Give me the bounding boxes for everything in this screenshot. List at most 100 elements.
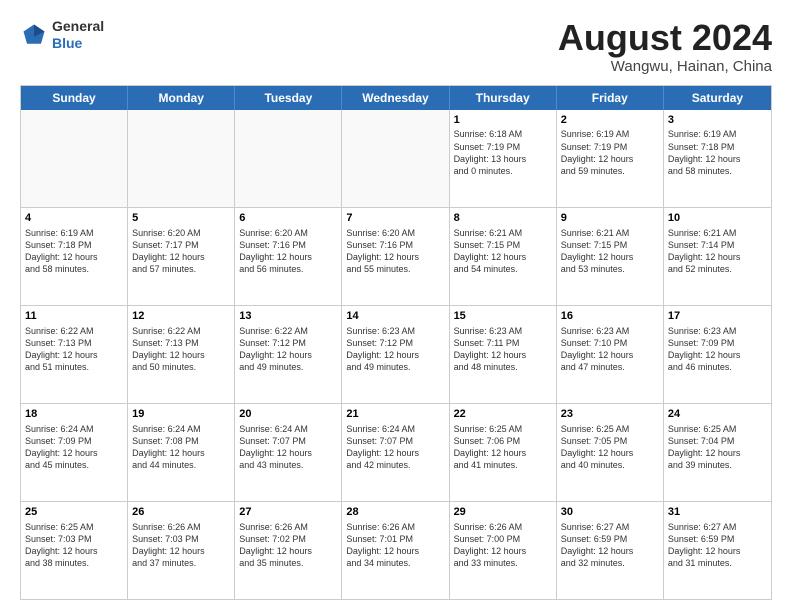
calendar-cell: 7Sunrise: 6:20 AM Sunset: 7:16 PM Daylig… — [342, 208, 449, 305]
cell-info: Sunrise: 6:23 AM Sunset: 7:12 PM Dayligh… — [346, 325, 444, 374]
calendar-cell — [21, 110, 128, 207]
calendar-row: 25Sunrise: 6:25 AM Sunset: 7:03 PM Dayli… — [21, 502, 771, 599]
cell-info: Sunrise: 6:25 AM Sunset: 7:04 PM Dayligh… — [668, 423, 767, 472]
calendar-cell: 17Sunrise: 6:23 AM Sunset: 7:09 PM Dayli… — [664, 306, 771, 403]
calendar-cell: 15Sunrise: 6:23 AM Sunset: 7:11 PM Dayli… — [450, 306, 557, 403]
calendar-cell: 2Sunrise: 6:19 AM Sunset: 7:19 PM Daylig… — [557, 110, 664, 207]
day-number: 6 — [239, 211, 337, 226]
calendar-cell: 28Sunrise: 6:26 AM Sunset: 7:01 PM Dayli… — [342, 502, 449, 599]
calendar-row: 4Sunrise: 6:19 AM Sunset: 7:18 PM Daylig… — [21, 208, 771, 306]
calendar-cell: 21Sunrise: 6:24 AM Sunset: 7:07 PM Dayli… — [342, 404, 449, 501]
weekday-header: Saturday — [664, 86, 771, 110]
calendar-cell: 10Sunrise: 6:21 AM Sunset: 7:14 PM Dayli… — [664, 208, 771, 305]
cell-info: Sunrise: 6:21 AM Sunset: 7:15 PM Dayligh… — [454, 227, 552, 276]
calendar-cell: 20Sunrise: 6:24 AM Sunset: 7:07 PM Dayli… — [235, 404, 342, 501]
day-number: 19 — [132, 407, 230, 422]
calendar-row: 1Sunrise: 6:18 AM Sunset: 7:19 PM Daylig… — [21, 110, 771, 208]
weekday-header: Sunday — [21, 86, 128, 110]
cell-info: Sunrise: 6:19 AM Sunset: 7:18 PM Dayligh… — [668, 128, 767, 177]
day-number: 2 — [561, 113, 659, 128]
title-block: August 2024 Wangwu, Hainan, China — [558, 18, 772, 75]
cell-info: Sunrise: 6:25 AM Sunset: 7:06 PM Dayligh… — [454, 423, 552, 472]
cell-info: Sunrise: 6:27 AM Sunset: 6:59 PM Dayligh… — [668, 521, 767, 570]
calendar-cell: 13Sunrise: 6:22 AM Sunset: 7:12 PM Dayli… — [235, 306, 342, 403]
cell-info: Sunrise: 6:23 AM Sunset: 7:11 PM Dayligh… — [454, 325, 552, 374]
day-number: 12 — [132, 309, 230, 324]
logo-general: General — [52, 18, 104, 34]
day-number: 13 — [239, 309, 337, 324]
calendar-cell: 23Sunrise: 6:25 AM Sunset: 7:05 PM Dayli… — [557, 404, 664, 501]
day-number: 17 — [668, 309, 767, 324]
cell-info: Sunrise: 6:24 AM Sunset: 7:07 PM Dayligh… — [239, 423, 337, 472]
page: General Blue August 2024 Wangwu, Hainan,… — [0, 0, 792, 612]
weekday-header: Monday — [128, 86, 235, 110]
day-number: 14 — [346, 309, 444, 324]
cell-info: Sunrise: 6:22 AM Sunset: 7:12 PM Dayligh… — [239, 325, 337, 374]
day-number: 8 — [454, 211, 552, 226]
calendar-cell — [342, 110, 449, 207]
day-number: 23 — [561, 407, 659, 422]
cell-info: Sunrise: 6:25 AM Sunset: 7:05 PM Dayligh… — [561, 423, 659, 472]
location: Wangwu, Hainan, China — [558, 58, 772, 75]
calendar-cell: 11Sunrise: 6:22 AM Sunset: 7:13 PM Dayli… — [21, 306, 128, 403]
cell-info: Sunrise: 6:23 AM Sunset: 7:10 PM Dayligh… — [561, 325, 659, 374]
day-number: 4 — [25, 211, 123, 226]
cell-info: Sunrise: 6:22 AM Sunset: 7:13 PM Dayligh… — [25, 325, 123, 374]
month-title: August 2024 — [558, 18, 772, 58]
calendar-header: SundayMondayTuesdayWednesdayThursdayFrid… — [21, 86, 771, 110]
cell-info: Sunrise: 6:20 AM Sunset: 7:16 PM Dayligh… — [239, 227, 337, 276]
day-number: 30 — [561, 505, 659, 520]
calendar-cell: 5Sunrise: 6:20 AM Sunset: 7:17 PM Daylig… — [128, 208, 235, 305]
cell-info: Sunrise: 6:23 AM Sunset: 7:09 PM Dayligh… — [668, 325, 767, 374]
calendar-body: 1Sunrise: 6:18 AM Sunset: 7:19 PM Daylig… — [21, 110, 771, 599]
day-number: 28 — [346, 505, 444, 520]
calendar-row: 18Sunrise: 6:24 AM Sunset: 7:09 PM Dayli… — [21, 404, 771, 502]
day-number: 31 — [668, 505, 767, 520]
calendar-cell: 3Sunrise: 6:19 AM Sunset: 7:18 PM Daylig… — [664, 110, 771, 207]
cell-info: Sunrise: 6:27 AM Sunset: 6:59 PM Dayligh… — [561, 521, 659, 570]
cell-info: Sunrise: 6:25 AM Sunset: 7:03 PM Dayligh… — [25, 521, 123, 570]
day-number: 24 — [668, 407, 767, 422]
day-number: 18 — [25, 407, 123, 422]
calendar-cell — [235, 110, 342, 207]
cell-info: Sunrise: 6:26 AM Sunset: 7:02 PM Dayligh… — [239, 521, 337, 570]
day-number: 21 — [346, 407, 444, 422]
day-number: 10 — [668, 211, 767, 226]
cell-info: Sunrise: 6:19 AM Sunset: 7:19 PM Dayligh… — [561, 128, 659, 177]
header: General Blue August 2024 Wangwu, Hainan,… — [20, 18, 772, 75]
cell-info: Sunrise: 6:19 AM Sunset: 7:18 PM Dayligh… — [25, 227, 123, 276]
cell-info: Sunrise: 6:21 AM Sunset: 7:15 PM Dayligh… — [561, 227, 659, 276]
calendar-cell: 24Sunrise: 6:25 AM Sunset: 7:04 PM Dayli… — [664, 404, 771, 501]
calendar-cell: 26Sunrise: 6:26 AM Sunset: 7:03 PM Dayli… — [128, 502, 235, 599]
day-number: 25 — [25, 505, 123, 520]
calendar-cell — [128, 110, 235, 207]
calendar-cell: 16Sunrise: 6:23 AM Sunset: 7:10 PM Dayli… — [557, 306, 664, 403]
calendar-cell: 9Sunrise: 6:21 AM Sunset: 7:15 PM Daylig… — [557, 208, 664, 305]
cell-info: Sunrise: 6:20 AM Sunset: 7:16 PM Dayligh… — [346, 227, 444, 276]
cell-info: Sunrise: 6:26 AM Sunset: 7:01 PM Dayligh… — [346, 521, 444, 570]
cell-info: Sunrise: 6:21 AM Sunset: 7:14 PM Dayligh… — [668, 227, 767, 276]
day-number: 9 — [561, 211, 659, 226]
calendar-cell: 18Sunrise: 6:24 AM Sunset: 7:09 PM Dayli… — [21, 404, 128, 501]
day-number: 3 — [668, 113, 767, 128]
calendar-cell: 6Sunrise: 6:20 AM Sunset: 7:16 PM Daylig… — [235, 208, 342, 305]
calendar-row: 11Sunrise: 6:22 AM Sunset: 7:13 PM Dayli… — [21, 306, 771, 404]
logo-text: General Blue — [52, 18, 104, 52]
calendar-cell: 4Sunrise: 6:19 AM Sunset: 7:18 PM Daylig… — [21, 208, 128, 305]
calendar-cell: 22Sunrise: 6:25 AM Sunset: 7:06 PM Dayli… — [450, 404, 557, 501]
calendar-cell: 8Sunrise: 6:21 AM Sunset: 7:15 PM Daylig… — [450, 208, 557, 305]
calendar-cell: 19Sunrise: 6:24 AM Sunset: 7:08 PM Dayli… — [128, 404, 235, 501]
calendar-cell: 29Sunrise: 6:26 AM Sunset: 7:00 PM Dayli… — [450, 502, 557, 599]
calendar-cell: 12Sunrise: 6:22 AM Sunset: 7:13 PM Dayli… — [128, 306, 235, 403]
calendar-cell: 25Sunrise: 6:25 AM Sunset: 7:03 PM Dayli… — [21, 502, 128, 599]
day-number: 1 — [454, 113, 552, 128]
cell-info: Sunrise: 6:20 AM Sunset: 7:17 PM Dayligh… — [132, 227, 230, 276]
day-number: 15 — [454, 309, 552, 324]
calendar-cell: 27Sunrise: 6:26 AM Sunset: 7:02 PM Dayli… — [235, 502, 342, 599]
calendar: SundayMondayTuesdayWednesdayThursdayFrid… — [20, 85, 772, 600]
weekday-header: Thursday — [450, 86, 557, 110]
cell-info: Sunrise: 6:18 AM Sunset: 7:19 PM Dayligh… — [454, 128, 552, 177]
day-number: 20 — [239, 407, 337, 422]
cell-info: Sunrise: 6:24 AM Sunset: 7:09 PM Dayligh… — [25, 423, 123, 472]
day-number: 5 — [132, 211, 230, 226]
